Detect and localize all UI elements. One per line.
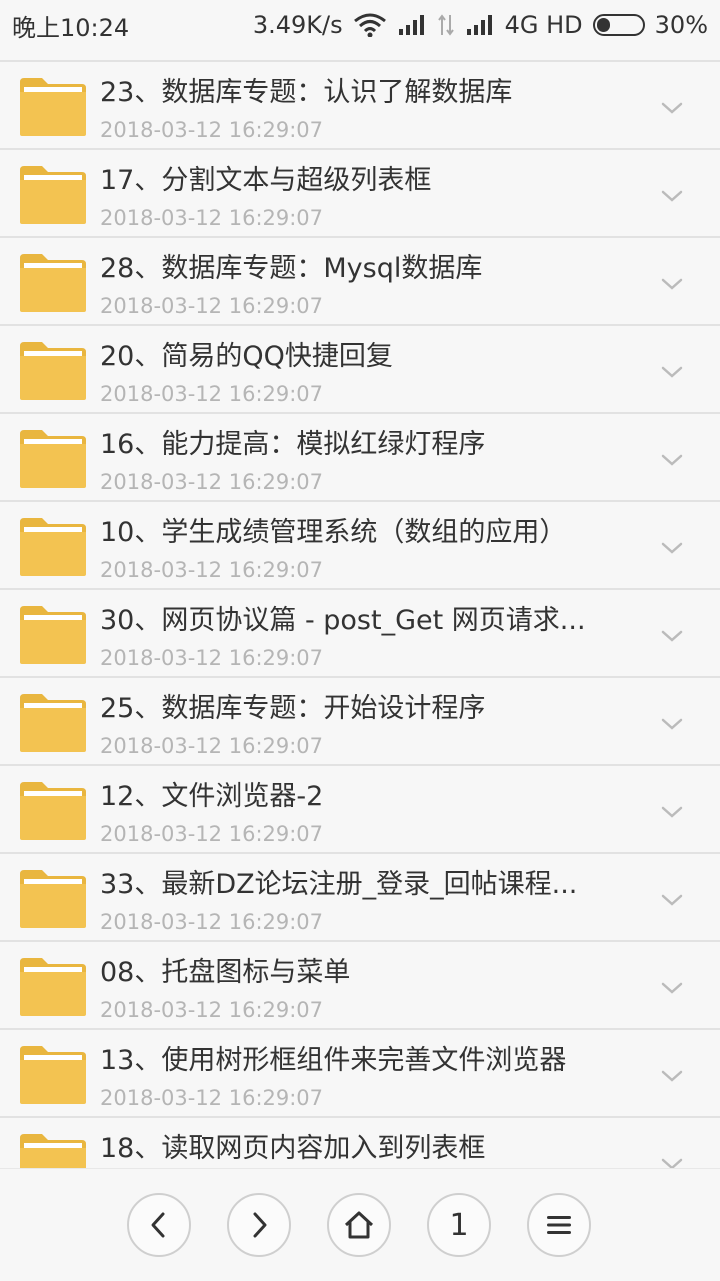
folder-icon [20,342,86,400]
battery-percent: 30% [654,11,708,39]
item-date: 2018-03-12 16:29:07 [100,470,324,494]
forward-button[interactable] [227,1193,291,1257]
chevron-down-icon[interactable] [660,976,684,1000]
item-title: 18、读取网页内容加入到列表框 [100,1133,486,1164]
item-title: 20、简易的QQ快捷回复 [100,341,393,372]
item-title: 23、数据库专题：认识了解数据库 [100,77,513,108]
network-type: 4G HD [504,11,583,39]
folder-icon [20,958,86,1016]
list-item[interactable]: 12、文件浏览器-2 2018-03-12 16:29:07 [0,766,720,854]
folder-icon [20,1046,86,1104]
item-title: 16、能力提高：模拟红绿灯程序 [100,429,486,460]
folder-icon [20,166,86,224]
list-item[interactable]: 33、最新DZ论坛注册_登录_回帖课程... 2018-03-12 16:29:0… [0,854,720,942]
list-item[interactable]: 10、学生成绩管理系统（数组的应用） 2018-03-12 16:29:07 [0,502,720,590]
wifi-icon [353,13,386,37]
item-title: 28、数据库专题：Mysql数据库 [100,253,483,284]
chevron-down-icon[interactable] [660,888,684,912]
folder-icon [20,254,86,312]
home-button[interactable] [327,1193,391,1257]
item-title: 10、学生成绩管理系统（数组的应用） [100,517,567,548]
chevron-down-icon[interactable] [660,448,684,472]
page-button[interactable]: 1 [427,1193,491,1257]
list-item[interactable]: 20、简易的QQ快捷回复 2018-03-12 16:29:07 [0,326,720,414]
item-date: 2018-03-12 16:29:07 [100,118,324,142]
item-date: 2018-03-12 16:29:07 [100,646,324,670]
status-bar: 晚上10:24 3.49K/s 4G HD 30% [0,0,720,50]
chevron-down-icon[interactable] [660,536,684,560]
folder-icon [20,78,86,136]
network-speed: 3.49K/s [252,11,343,39]
battery-level [596,18,610,32]
chevron-down-icon[interactable] [660,184,684,208]
bottom-nav: 1 [0,1168,720,1281]
signal-icon [398,15,424,35]
item-title: 33、最新DZ论坛注册_登录_回帖课程... [100,869,578,900]
battery-icon [592,14,645,36]
item-title: 12、文件浏览器-2 [100,781,324,812]
status-time: 晚上10:24 [12,13,130,42]
item-date: 2018-03-12 16:29:07 [100,734,324,758]
item-date: 2018-03-12 16:29:07 [100,910,324,934]
item-date: 2018-03-12 16:29:07 [100,998,324,1022]
chevron-down-icon[interactable] [660,800,684,824]
forward-icon [253,1212,267,1238]
folder-icon [20,1134,86,1170]
menu-button[interactable] [527,1193,591,1257]
folder-icon [20,518,86,576]
list-item[interactable]: 23、数据库专题：认识了解数据库 2018-03-12 16:29:07 [0,62,720,150]
chevron-down-icon[interactable] [660,96,684,120]
chevron-down-icon[interactable] [660,624,684,648]
chevron-down-icon[interactable] [660,712,684,736]
file-list[interactable]: 23、数据库专题：认识了解数据库 2018-03-12 16:29:07 17、分割… [0,60,720,1170]
home-icon [344,1211,374,1239]
list-item[interactable]: 18、读取网页内容加入到列表框2018-03-12 16:29:07 [0,1118,720,1170]
list-item[interactable]: 13、使用树形框组件来完善文件浏览器 2018-03-12 16:29:07 [0,1030,720,1118]
item-title: 25、数据库专题：开始设计程序 [100,693,486,724]
back-button[interactable] [127,1193,191,1257]
item-date: 2018-03-12 16:29:07 [100,382,324,406]
item-date: 2018-03-12 16:29:07 [100,294,324,318]
list-item[interactable]: 16、能力提高：模拟红绿灯程序 2018-03-12 16:29:07 [0,414,720,502]
item-title: 13、使用树形框组件来完善文件浏览器 [100,1045,567,1076]
chevron-down-icon[interactable] [660,1064,684,1088]
list-item[interactable]: 25、数据库专题：开始设计程序 2018-03-12 16:29:07 [0,678,720,766]
item-date: 2018-03-12 16:29:07 [100,822,324,846]
menu-icon [547,1216,571,1234]
folder-icon [20,606,86,664]
signal-icon [466,15,492,35]
chevron-down-icon[interactable] [660,272,684,296]
list-item[interactable]: 17、分割文本与超级列表框 2018-03-12 16:29:07 [0,150,720,238]
item-date: 2018-03-12 16:29:07 [100,206,324,230]
item-title: 30、网页协议篇 - post_Get 网页请求... [100,605,586,636]
back-icon [151,1212,165,1238]
status-right: 3.49K/s 4G HD 30% [253,11,708,39]
item-title: 08、托盘图标与菜单 [100,957,351,988]
list-item[interactable]: 28、数据库专题：Mysql数据库 2018-03-12 16:29:07 [0,238,720,326]
list-item[interactable]: 30、网页协议篇 - post_Get 网页请求... 2018-03-12 16… [0,590,720,678]
item-date: 2018-03-12 16:29:07 [100,558,324,582]
data-arrows-icon [437,14,454,36]
list-item[interactable]: 08、托盘图标与菜单 2018-03-12 16:29:07 [0,942,720,1030]
folder-icon [20,694,86,752]
item-title: 17、分割文本与超级列表框 [100,165,432,196]
chevron-down-icon[interactable] [660,360,684,384]
page-number: 1 [449,1207,469,1243]
folder-icon [20,430,86,488]
folder-icon [20,782,86,840]
item-date: 2018-03-12 16:29:07 [100,1086,324,1110]
folder-icon [20,870,86,928]
